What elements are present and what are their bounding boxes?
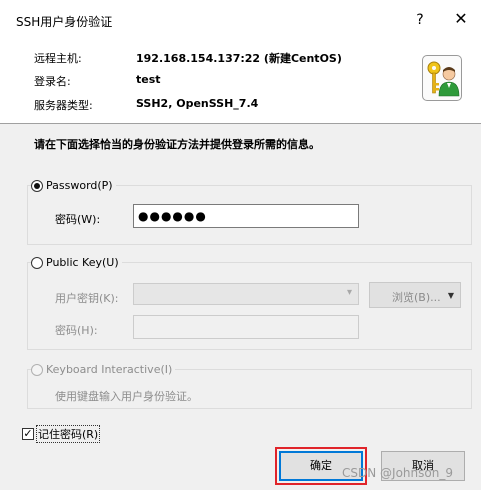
- browse-button[interactable]: 浏览(B)... ▼: [369, 282, 461, 308]
- keys-user-icon: [422, 55, 462, 101]
- passphrase-input[interactable]: [133, 315, 359, 339]
- host-value: 192.168.154.137:22 (新建CentOS): [136, 52, 342, 65]
- password-radio-label: Password(P): [46, 179, 113, 192]
- title-bar: SSH用户身份验证 ? ✕: [0, 0, 481, 36]
- user-key-label: 用户密钥(K):: [55, 292, 119, 305]
- keyboard-interactive-description: 使用键盘输入用户身份验证。: [55, 390, 198, 403]
- password-label: 密码(W):: [55, 213, 101, 226]
- watermark: CSDN @Johnson_9: [342, 466, 453, 480]
- checkmark-icon[interactable]: ✓: [22, 428, 34, 440]
- remember-password-label: 记住密码(R): [36, 425, 101, 443]
- keyboard-interactive-radio[interactable]: Keyboard Interactive(I): [31, 363, 176, 376]
- publickey-radio-button[interactable]: [31, 256, 43, 269]
- password-input[interactable]: ●●●●●●: [133, 204, 359, 228]
- password-radio-button[interactable]: [31, 179, 43, 192]
- remember-password-checkbox[interactable]: ✓ 记住密码(R): [22, 425, 101, 443]
- server-type-label: 服务器类型:: [34, 99, 93, 112]
- host-label: 远程主机:: [34, 52, 82, 65]
- connection-info-panel: 远程主机: 192.168.154.137:22 (新建CentOS) 登录名:…: [0, 36, 481, 124]
- browse-button-label: 浏览(B)...: [392, 291, 441, 304]
- user-key-select[interactable]: ▾: [133, 283, 359, 305]
- login-value: test: [136, 73, 161, 86]
- server-type-value: SSH2, OpenSSH_7.4: [136, 97, 259, 110]
- passphrase-label: 密码(H):: [55, 324, 98, 337]
- help-button[interactable]: ?: [410, 10, 430, 30]
- password-radio[interactable]: Password(P): [31, 179, 116, 192]
- keyboard-interactive-radio-button[interactable]: [31, 363, 43, 376]
- publickey-radio[interactable]: Public Key(U): [31, 256, 122, 269]
- window-title: SSH用户身份验证: [16, 15, 113, 29]
- close-button[interactable]: ✕: [450, 8, 472, 30]
- keyboard-interactive-label: Keyboard Interactive(I): [46, 363, 173, 376]
- dropdown-arrow-icon[interactable]: ▼: [448, 291, 454, 300]
- publickey-radio-label: Public Key(U): [46, 256, 119, 269]
- instruction-text: 请在下面选择恰当的身份验证方法并提供登录所需的信息。: [34, 138, 320, 151]
- login-label: 登录名:: [34, 75, 71, 88]
- chevron-down-icon: ▾: [346, 287, 352, 298]
